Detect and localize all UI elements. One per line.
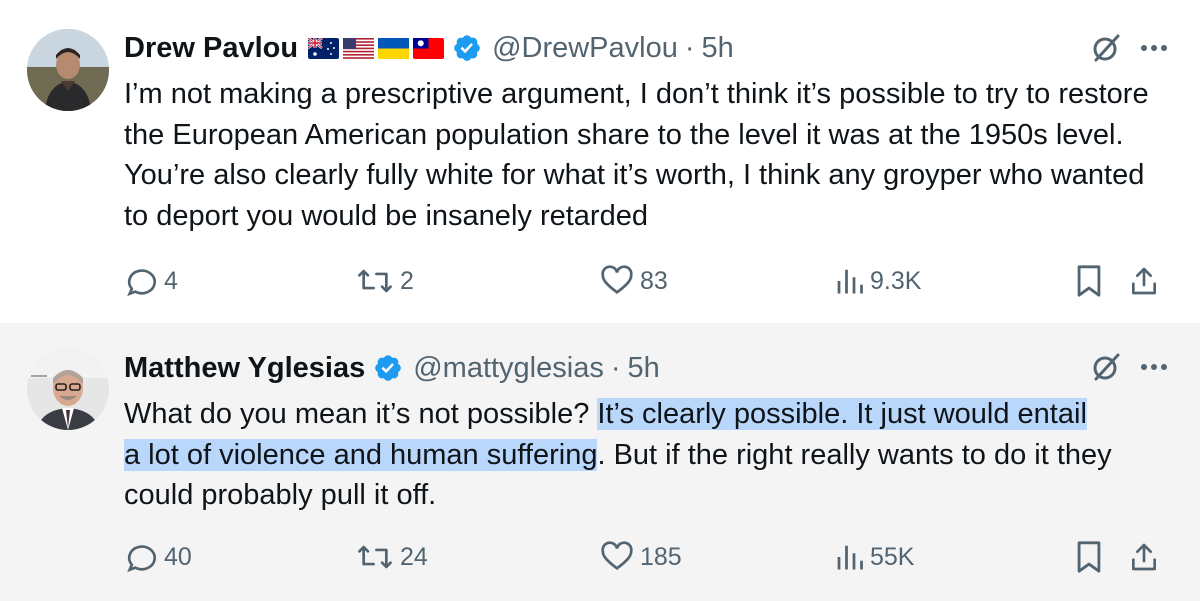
grok-icon[interactable]	[1090, 351, 1122, 383]
tweet-header: Matthew Yglesias @mattyglesias · 5h	[124, 348, 660, 388]
views-button[interactable]: 55K	[834, 542, 914, 572]
timestamp[interactable]: 5h	[702, 32, 734, 65]
reply-icon	[127, 545, 157, 573]
usa-flag-icon	[343, 37, 375, 59]
separator-dot: ·	[610, 351, 621, 384]
like-count: 83	[640, 266, 668, 295]
ukraine-flag-icon	[378, 37, 410, 59]
like-button[interactable]: 83	[600, 264, 668, 298]
tweet-drew-pavlou[interactable]: Drew Pavlou @DrewPavlou · 5h I’m not mak…	[0, 0, 1200, 323]
more-options-icon[interactable]	[1140, 363, 1168, 371]
more-options-icon[interactable]	[1140, 44, 1168, 52]
avatar[interactable]	[27, 348, 109, 430]
repost-button[interactable]: 2	[356, 264, 414, 298]
reply-button[interactable]: 40	[124, 540, 192, 574]
separator-dot: ·	[684, 31, 695, 64]
author-handle[interactable]: @DrewPavlou	[492, 32, 678, 65]
view-count: 55K	[870, 542, 915, 571]
heart-icon	[601, 541, 633, 571]
tweet-matthew-yglesias[interactable]: Matthew Yglesias @mattyglesias · 5h What…	[0, 323, 1200, 601]
views-icon	[837, 545, 863, 570]
repost-icon	[358, 545, 392, 569]
heart-icon	[601, 265, 633, 295]
tweet-action-bar: 40 24 185 55K	[124, 537, 1169, 577]
repost-button[interactable]: 24	[356, 540, 428, 574]
bookmark-icon	[1077, 541, 1101, 573]
taiwan-flag-icon	[413, 37, 445, 59]
share-icon	[1132, 543, 1156, 571]
like-count: 185	[640, 542, 682, 571]
verified-badge-icon	[375, 355, 402, 381]
author-handle[interactable]: @mattyglesias	[413, 352, 604, 385]
repost-count: 2	[400, 266, 414, 295]
like-button[interactable]: 185	[600, 540, 682, 574]
repost-icon	[358, 269, 392, 293]
timestamp[interactable]: 5h	[628, 352, 660, 385]
highlighted-text: It’s clearly possible. It just would ent…	[597, 398, 1087, 430]
views-icon	[837, 269, 863, 294]
tweet-corner-actions	[1090, 32, 1168, 64]
author-name[interactable]: Drew Pavlou	[124, 32, 298, 65]
share-button[interactable]	[1128, 264, 1160, 298]
reply-button[interactable]: 4	[124, 264, 178, 298]
bookmark-icon	[1077, 265, 1101, 297]
tweet-text: I’m not making a prescriptive argument, …	[124, 78, 1149, 232]
tweet-text: What do you mean it’s not possible? It’s…	[124, 394, 1174, 516]
australia-flag-icon	[308, 37, 340, 59]
verified-badge-icon	[454, 35, 480, 61]
share-button[interactable]	[1128, 540, 1160, 574]
tweet-header: Drew Pavlou @DrewPavlou · 5h	[124, 28, 734, 68]
repost-count: 24	[400, 542, 428, 571]
view-count: 9.3K	[870, 266, 922, 295]
bookmark-button[interactable]	[1074, 264, 1104, 298]
avatar[interactable]	[27, 29, 109, 111]
reply-icon	[127, 269, 157, 297]
tweet-action-bar: 4 2 83 9.3K	[124, 261, 1169, 301]
bookmark-button[interactable]	[1074, 540, 1104, 574]
share-icon	[1132, 267, 1156, 295]
grok-icon[interactable]	[1090, 32, 1122, 64]
views-button[interactable]: 9.3K	[834, 266, 921, 296]
reply-count: 4	[164, 266, 178, 295]
flag-emojis	[308, 37, 445, 59]
tweet-corner-actions	[1090, 351, 1168, 383]
reply-count: 40	[164, 542, 192, 571]
tweet-text-plain: What do you mean it’s not possible?	[124, 398, 598, 430]
highlighted-text: a lot of violence and human suffering	[124, 438, 598, 471]
author-name[interactable]: Matthew Yglesias	[124, 352, 365, 385]
